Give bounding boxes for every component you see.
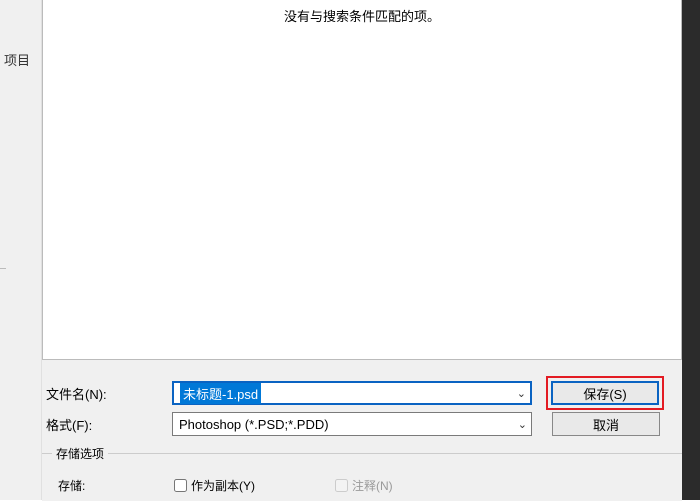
storage-body: 存储: 作为副本(Y) 注释(N) xyxy=(42,454,682,501)
right-dark-strip xyxy=(682,0,700,500)
as-copy-label: 作为副本(Y) xyxy=(191,477,255,494)
filename-value: 未标题-1.psd xyxy=(180,383,261,404)
cancel-button[interactable]: 取消 xyxy=(552,412,660,436)
format-row: 格式(F): Photoshop (*.PSD;*.PDD) ⌄ 取消 xyxy=(42,412,682,436)
chevron-down-icon: ⌄ xyxy=(518,418,527,431)
format-combobox[interactable]: Photoshop (*.PSD;*.PDD) ⌄ xyxy=(172,412,532,436)
storage-label: 存储: xyxy=(58,477,174,494)
chevron-down-icon: ⌄ xyxy=(517,387,526,400)
save-button-highlight: 保存(S) xyxy=(546,376,664,410)
filename-label: 文件名(N): xyxy=(44,384,172,403)
annotations-checkbox: 注释(N) xyxy=(335,477,393,494)
format-value: Photoshop (*.PSD;*.PDD) xyxy=(179,417,329,432)
annotations-input xyxy=(335,479,348,492)
bottom-panel: 文件名(N): 未标题-1.psd ⌄ 保存(S) 格式(F): Photosh… xyxy=(42,360,682,500)
filename-combobox[interactable]: 未标题-1.psd ⌄ xyxy=(172,381,532,405)
as-copy-input[interactable] xyxy=(174,479,187,492)
save-button[interactable]: 保存(S) xyxy=(551,381,659,405)
file-list-pane[interactable]: 没有与搜索条件匹配的项。 xyxy=(42,0,682,360)
format-label: 格式(F): xyxy=(44,415,172,434)
storage-legend: 存储选项 xyxy=(52,445,108,462)
as-copy-checkbox[interactable]: 作为副本(Y) xyxy=(174,477,255,494)
filename-row: 文件名(N): 未标题-1.psd ⌄ 保存(S) xyxy=(42,376,682,410)
left-sidebar: 项目 xyxy=(0,0,42,500)
main-area: 没有与搜索条件匹配的项。 文件名(N): 未标题-1.psd ⌄ 保存(S) 格… xyxy=(42,0,682,500)
empty-results-message: 没有与搜索条件匹配的项。 xyxy=(43,0,681,25)
sidebar-label: 项目 xyxy=(4,50,30,69)
annotations-label: 注释(N) xyxy=(352,477,393,494)
sidebar-separator xyxy=(0,268,6,269)
storage-options-group: 存储选项 存储: 作为副本(Y) 注释(N) xyxy=(42,453,682,501)
